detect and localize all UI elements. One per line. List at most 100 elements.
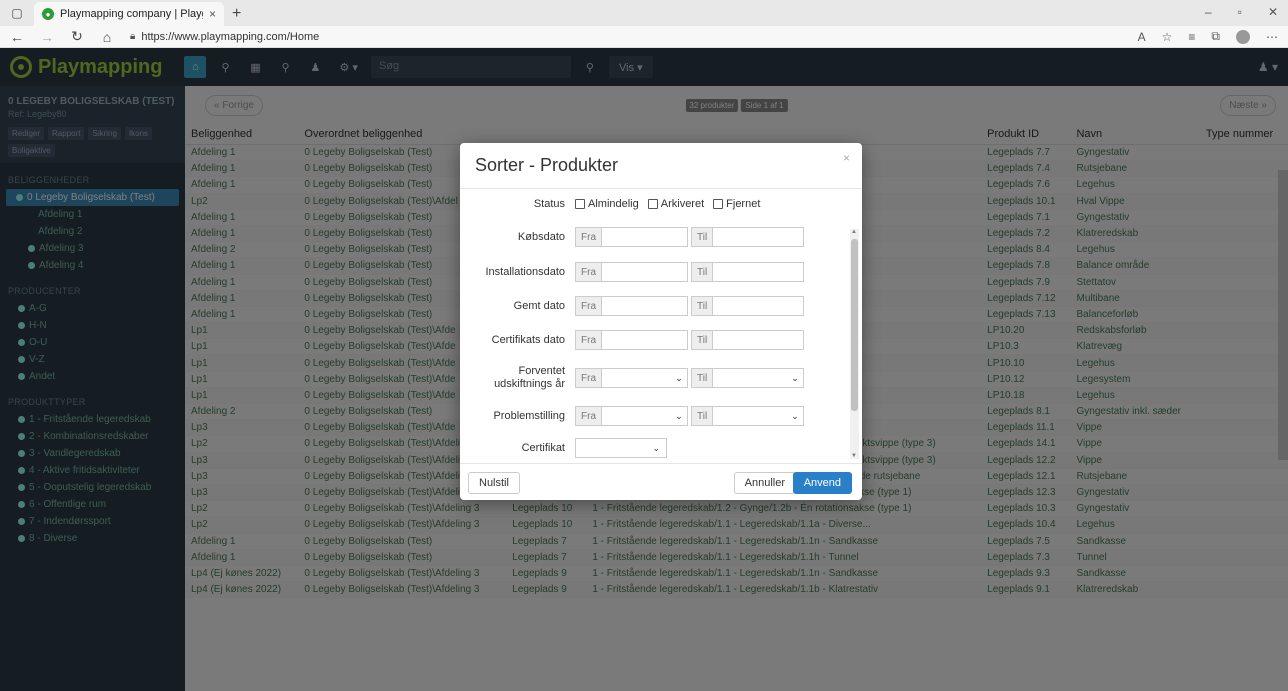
- date-input[interactable]: [713, 228, 803, 246]
- home-icon[interactable]: ⌂: [100, 29, 114, 45]
- back-icon[interactable]: ←: [10, 29, 24, 45]
- modal-title: Sorter - Produkter: [475, 155, 619, 175]
- select-value: [602, 407, 671, 425]
- refresh-icon[interactable]: ↻: [70, 28, 84, 45]
- install-date-from[interactable]: Fra: [575, 262, 688, 282]
- tab-actions-icon[interactable]: ▢: [6, 2, 28, 24]
- status-row: Status Almindelig Arkiveret Fjernet: [460, 189, 850, 219]
- url-field[interactable]: 🔒︎ https://www.playmapping.com/Home: [130, 31, 1122, 43]
- scroll-thumb[interactable]: [851, 239, 858, 411]
- select-value: [602, 369, 671, 387]
- from-addon: Fra: [576, 331, 602, 349]
- browser-tabbar: ▢ ● Playmapping company | Playgro × + – …: [0, 0, 1288, 26]
- to-addon: Til: [692, 407, 714, 425]
- modal-footer: Nulstil Annuller Anvend: [460, 463, 862, 500]
- install-date-row: Installationsdato Fra Til: [460, 255, 850, 289]
- date-input[interactable]: [602, 297, 687, 315]
- modal-scrollbar[interactable]: ▲ ▼: [850, 229, 859, 459]
- checkbox-icon: [713, 199, 724, 209]
- minimize-icon[interactable]: –: [1205, 5, 1212, 19]
- browser-tab[interactable]: ● Playmapping company | Playgro ×: [34, 2, 224, 26]
- page-scrollbar[interactable]: [1278, 170, 1288, 460]
- status-label: Status: [533, 197, 565, 210]
- lock-icon: 🔒︎: [130, 31, 136, 42]
- scroll-up-icon[interactable]: ▲: [851, 229, 857, 235]
- checkbox-label: Arkiveret: [660, 198, 705, 210]
- select-value: [713, 407, 787, 425]
- to-addon: Til: [692, 369, 714, 387]
- browser-toolbar-icons: A ☆ ≡ ⧉ ⋯: [1138, 29, 1278, 44]
- date-input[interactable]: [713, 297, 803, 315]
- chevron-down-icon: ⌄: [675, 372, 683, 383]
- restore-icon[interactable]: ▫: [1238, 5, 1242, 19]
- from-addon: Fra: [576, 263, 602, 281]
- certificate-select[interactable]: ⌄: [575, 438, 667, 458]
- checkbox-icon: [647, 199, 658, 209]
- checkbox-icon: [575, 199, 585, 209]
- reset-button[interactable]: Nulstil: [468, 472, 520, 494]
- replacement-year-to-select[interactable]: Til ⌄: [691, 368, 804, 388]
- certificate-date-row: Certifikats dato Fra Til: [460, 323, 850, 357]
- install-date-label: Installationsdato: [485, 265, 566, 278]
- certificate-label: Certifikat: [521, 441, 565, 454]
- install-date-to[interactable]: Til: [691, 262, 804, 282]
- modal-body: Status Almindelig Arkiveret Fjernet Købs…: [460, 189, 862, 463]
- read-aloud-icon[interactable]: A: [1138, 30, 1146, 44]
- to-addon: Til: [692, 297, 714, 315]
- to-addon: Til: [692, 263, 714, 281]
- select-value: [713, 369, 787, 387]
- scroll-down-icon[interactable]: ▼: [851, 453, 857, 459]
- replacement-year-row: Forventet udskiftnings år Fra ⌄ Til ⌄: [460, 357, 850, 399]
- certificate-date-from[interactable]: Fra: [575, 330, 688, 350]
- forward-icon[interactable]: →: [40, 29, 54, 45]
- profile-avatar[interactable]: [1236, 29, 1250, 44]
- certificate-date-label: Certifikats dato: [491, 333, 565, 346]
- address-bar: ← → ↻ ⌂ 🔒︎ https://www.playmapping.com/H…: [0, 26, 1288, 48]
- status-checkbox-normal[interactable]: Almindelig: [575, 198, 639, 210]
- saved-date-row: Gemt dato Fra Til: [460, 289, 850, 323]
- collections-icon[interactable]: ⧉: [1211, 29, 1220, 44]
- date-input[interactable]: [713, 331, 803, 349]
- certificate-row: Certifikat ⌄: [460, 433, 850, 463]
- saved-date-from[interactable]: Fra: [575, 296, 688, 316]
- replacement-year-from-select[interactable]: Fra ⌄: [575, 368, 688, 388]
- certificate-date-to[interactable]: Til: [691, 330, 804, 350]
- sort-products-modal: Sorter - Produkter × Status Almindelig A…: [460, 143, 862, 500]
- from-addon: Fra: [576, 369, 602, 387]
- from-addon: Fra: [576, 228, 602, 246]
- close-window-icon[interactable]: ✕: [1268, 5, 1278, 19]
- favicon-icon: ●: [42, 8, 54, 20]
- chevron-down-icon: ⌄: [791, 372, 799, 383]
- problem-row: Problemstilling Fra ⌄ Til ⌄: [460, 399, 850, 433]
- purchase-date-from[interactable]: Fra: [575, 227, 688, 247]
- purchase-date-row: Købsdato Fra Til: [460, 219, 850, 255]
- to-addon: Til: [692, 331, 714, 349]
- date-input[interactable]: [602, 331, 687, 349]
- tab-close-icon[interactable]: ×: [209, 7, 216, 21]
- purchase-date-to[interactable]: Til: [691, 227, 804, 247]
- chevron-down-icon: ⌄: [652, 442, 660, 453]
- status-checkbox-removed[interactable]: Fjernet: [713, 198, 760, 210]
- from-addon: Fra: [576, 297, 602, 315]
- cancel-button[interactable]: Annuller: [733, 472, 796, 494]
- date-input[interactable]: [602, 263, 687, 281]
- problem-from-select[interactable]: Fra ⌄: [575, 406, 688, 426]
- checkbox-label: Almindelig: [588, 198, 639, 210]
- tab-title: Playmapping company | Playgro: [60, 8, 203, 20]
- favorite-star-icon[interactable]: ☆: [1162, 30, 1173, 44]
- new-tab-button[interactable]: +: [232, 5, 241, 23]
- saved-date-to[interactable]: Til: [691, 296, 804, 316]
- apply-button[interactable]: Anvend: [792, 472, 852, 494]
- window-controls: – ▫ ✕: [1205, 5, 1278, 19]
- modal-header: Sorter - Produkter ×: [460, 143, 862, 189]
- modal-close-icon[interactable]: ×: [843, 151, 850, 165]
- date-input[interactable]: [602, 228, 687, 246]
- problem-to-select[interactable]: Til ⌄: [691, 406, 804, 426]
- more-icon[interactable]: ⋯: [1266, 30, 1278, 44]
- status-checkbox-archived[interactable]: Arkiveret: [647, 198, 705, 210]
- purchase-date-label: Købsdato: [517, 230, 565, 243]
- date-input[interactable]: [713, 263, 803, 281]
- problem-label: Problemstilling: [493, 409, 565, 422]
- favorites-icon[interactable]: ≡: [1188, 30, 1195, 44]
- to-addon: Til: [692, 228, 714, 246]
